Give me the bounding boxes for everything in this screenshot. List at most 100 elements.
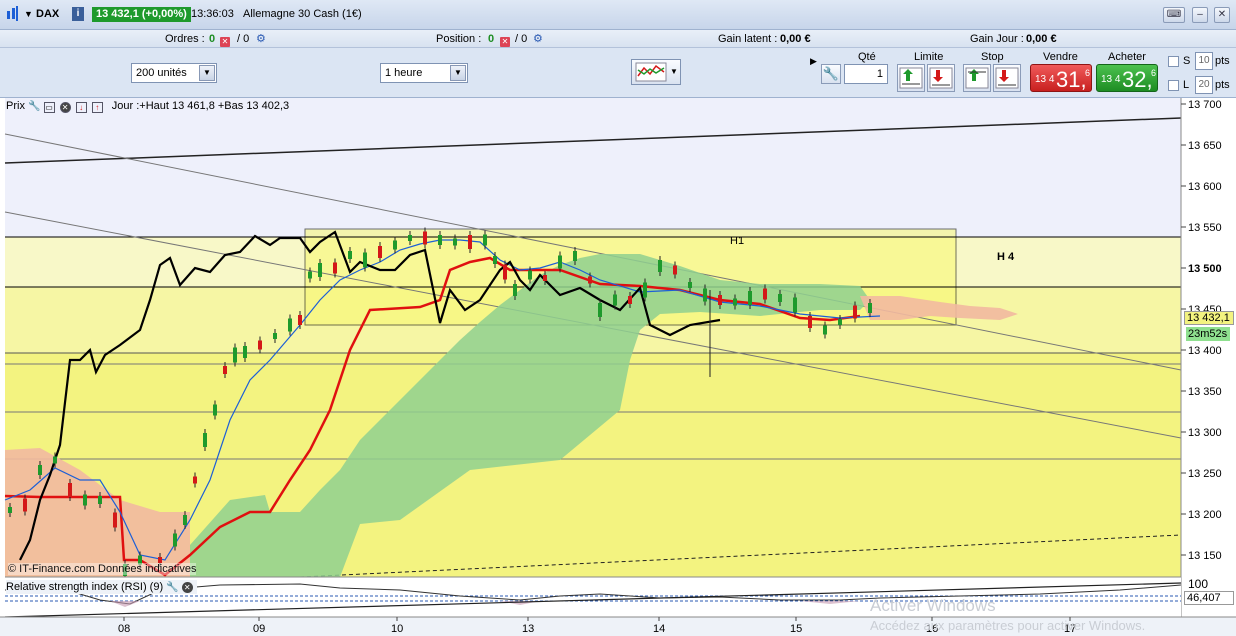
qty-input[interactable]: 1: [844, 64, 888, 84]
chevron-down-icon[interactable]: ▼: [24, 9, 33, 19]
copyright-text: © IT-Finance.com Données indicatives: [8, 563, 197, 575]
units-select[interactable]: 200 unités ▼: [131, 63, 217, 83]
sell-label: Vendre: [1043, 51, 1078, 63]
price-tick-label: 13 350: [1188, 386, 1222, 398]
wrench-icon[interactable]: 🔧: [166, 582, 178, 593]
indicators-icon: [635, 62, 667, 82]
rsi-header: Relative strength index (RSI) (9) 🔧 ✕: [6, 580, 197, 594]
buy-price-decimal: 6: [1151, 68, 1157, 78]
candle-body: [853, 305, 857, 319]
trade-panel: ▶ 🔧 Qté 1 Limite Stop Vendre 13 4 31, 6 …: [810, 48, 1236, 98]
symbol-label[interactable]: DAX: [36, 8, 59, 20]
orders-settings-icon[interactable]: ⚙: [256, 32, 266, 45]
close-icon[interactable]: ✕: [59, 102, 71, 113]
buy-button[interactable]: 13 4 32, 6: [1096, 64, 1158, 92]
candle-body: [483, 234, 487, 246]
candle-body: [558, 255, 562, 269]
rsi-header-title: Relative strength index (RSI) (9): [6, 581, 164, 593]
stop-sell-icon[interactable]: [993, 64, 1021, 92]
candle-body: [223, 366, 227, 374]
candle-body: [808, 316, 812, 328]
candle-body: [588, 276, 592, 284]
clock-time: 13:36:03: [191, 8, 234, 20]
candle-body: [378, 246, 382, 258]
candle-body: [288, 318, 292, 332]
position-value: 0: [488, 33, 495, 45]
candle-body: [658, 260, 662, 272]
candle-body: [408, 235, 412, 241]
panel-grip-icon[interactable]: ▶: [810, 56, 817, 67]
chart-header-text: Jour :+Haut 13 461,8 +Bas 13 402,3: [111, 100, 290, 112]
rsi-top-value: 100: [1188, 577, 1209, 591]
close-icon[interactable]: ✕: [181, 582, 193, 593]
countdown-tag: 23m52s: [1186, 327, 1230, 341]
candle-body: [493, 256, 497, 264]
chart-toolbar: 200 unités ▼ 1 heure ▼ ▼ ▶ 🔧 Qté 1 Limit…: [0, 48, 1236, 98]
gain-jour-value: 0,00 €: [1026, 33, 1057, 45]
keyboard-icon[interactable]: ⌨: [1163, 7, 1185, 23]
indicators-button[interactable]: ▼: [631, 59, 681, 85]
date-tick-label: 15: [790, 623, 802, 635]
candle-body: [8, 507, 12, 513]
candle-body: [868, 303, 872, 313]
candle-body: [233, 347, 237, 363]
price-tick-label: 13 700: [1188, 99, 1222, 111]
candle-body: [213, 404, 217, 416]
candle-body: [688, 282, 692, 288]
limit-checkbox-label: L: [1183, 79, 1190, 91]
limit-buy-icon[interactable]: [897, 64, 925, 92]
stop-checkbox-label: S: [1183, 55, 1191, 67]
stop-label: Stop: [981, 51, 1004, 63]
candle-body: [393, 240, 397, 250]
stop-checkbox[interactable]: [1168, 56, 1179, 67]
candle-body: [503, 264, 507, 280]
qty-label: Qté: [858, 51, 876, 63]
price-chart[interactable]: 08 09 10 13 14 15 16 17 13 70013 65013 60013 55…: [0, 98, 1236, 636]
candle-body: [183, 515, 187, 525]
candle-body: [318, 263, 322, 277]
period-select-value: 1 heure: [385, 67, 423, 79]
candle-body: [258, 340, 262, 350]
maximize-icon[interactable]: ▭: [43, 102, 55, 113]
candle-body: [703, 288, 707, 302]
candle-body: [363, 252, 367, 268]
candle-body: [598, 303, 602, 317]
account-info-row: Ordres : 0 ✕ / 0 ⚙ Position : 0 ✕ / 0 ⚙ …: [0, 30, 1236, 48]
stop-buy-icon[interactable]: [963, 64, 991, 92]
move-up-icon[interactable]: ↑: [91, 102, 103, 113]
current-price-tag: 13 432,1: [1184, 311, 1234, 325]
move-down-icon[interactable]: ↓: [75, 102, 87, 113]
chevron-down-icon[interactable]: ▼: [450, 65, 466, 81]
position-settings-icon[interactable]: ⚙: [533, 32, 543, 45]
period-select[interactable]: 1 heure ▼: [380, 63, 468, 83]
price-tick-label: 13 200: [1188, 509, 1222, 521]
chevron-down-icon[interactable]: ▼: [670, 67, 678, 76]
wrench-icon[interactable]: 🔧: [28, 101, 40, 112]
close-icon[interactable]: ✕: [1214, 7, 1230, 23]
h4-zone-label: H 4: [997, 251, 1015, 263]
price-tick-label: 13 400: [1188, 345, 1222, 357]
chart-area[interactable]: 08 09 10 13 14 15 16 17 13 700 13 650 13 600 13 55…: [0, 98, 1236, 636]
price-tick-label: 13 250: [1188, 468, 1222, 480]
stop-pts-input[interactable]: 10: [1195, 52, 1213, 70]
chart-header: Prix 🔧 ▭ ✕ ↓ ↑ Jour :+Haut 13 461,8 +Bas…: [6, 99, 289, 113]
wrench-icon[interactable]: 🔧: [821, 64, 841, 84]
candle-body: [748, 291, 752, 305]
limit-pts-label: pts: [1215, 79, 1230, 91]
limit-sell-icon[interactable]: [927, 64, 955, 92]
limit-pts-input[interactable]: 20: [1195, 76, 1213, 94]
chevron-down-icon[interactable]: ▼: [199, 65, 215, 81]
position-label: Position :: [436, 33, 482, 45]
price-tick-label: 13 650: [1188, 140, 1222, 152]
candle-body: [298, 315, 302, 325]
gain-latent-label: Gain latent :: [718, 33, 778, 45]
limit-checkbox[interactable]: [1168, 80, 1179, 91]
candle-body: [613, 294, 617, 306]
chart-type-icon[interactable]: [6, 6, 20, 25]
candle-body: [778, 294, 782, 302]
info-icon[interactable]: i: [72, 7, 84, 21]
candle-body: [453, 238, 457, 246]
sell-button[interactable]: 13 4 31, 6: [1030, 64, 1092, 92]
minimize-icon[interactable]: –: [1192, 7, 1208, 23]
candle-body: [53, 456, 57, 464]
